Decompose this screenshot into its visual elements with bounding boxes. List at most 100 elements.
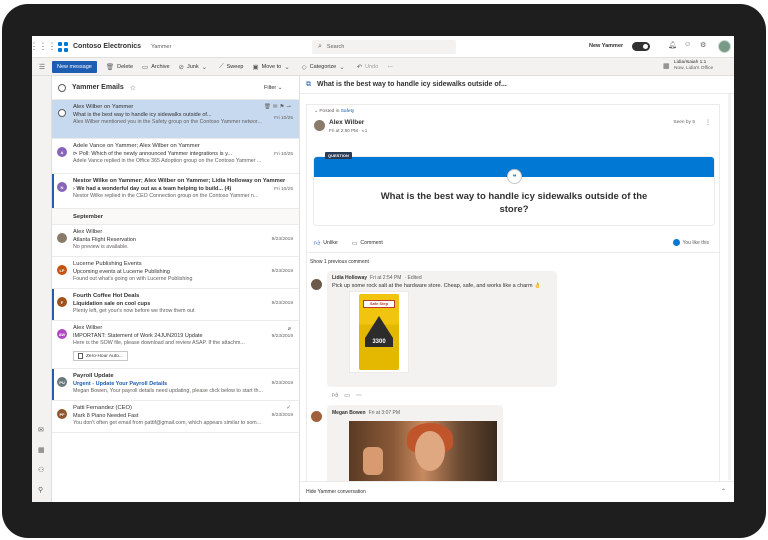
author-name[interactable]: Alex Wilber bbox=[329, 119, 364, 126]
comment-icon: ▭ bbox=[351, 240, 358, 247]
preview: Here is the SOW file, please download an… bbox=[73, 340, 245, 346]
mail-icon[interactable]: ✉ bbox=[38, 426, 44, 434]
subject: ⊳ Poll: Which of the newly announced Yam… bbox=[73, 151, 253, 157]
categorize-button[interactable]: ◇ Categorize ⌄ bbox=[302, 63, 348, 71]
preview: No preview is available. bbox=[73, 244, 129, 250]
date: 9/23/2019 bbox=[271, 237, 293, 242]
post-meta: Fri at 2:50 PM · ◐1 bbox=[329, 128, 368, 133]
filter-button[interactable]: Filter ⌄ bbox=[264, 85, 282, 91]
more-icon[interactable]: ⋯ bbox=[356, 393, 368, 399]
attachment-chip[interactable]: Zero-Hour Auto... bbox=[73, 351, 128, 361]
scrollbar[interactable] bbox=[728, 94, 731, 480]
search-box[interactable]: ⌕ Search bbox=[312, 40, 456, 54]
bell-icon[interactable]: 🔔︎ bbox=[668, 41, 677, 49]
post-actions: 👍︎ Unlike ▭ Comment bbox=[314, 239, 397, 247]
yammer-icon: ⧉ bbox=[306, 80, 311, 88]
select-all-checkbox[interactable] bbox=[58, 83, 66, 92]
list-item[interactable]: Alex Wilber Atlanta Flight Reservation N… bbox=[52, 225, 299, 257]
paperclip-icon: ⌀ bbox=[287, 326, 293, 332]
tag-icon: ◇ bbox=[301, 63, 307, 71]
select-radio[interactable] bbox=[58, 109, 66, 117]
list-item[interactable]: N Nestor Wilke on Yammer; Alex Wilber on… bbox=[52, 174, 299, 209]
junk-button[interactable]: ⊘ Junk ⌄ bbox=[179, 63, 211, 71]
list-item[interactable]: PF Patti Fernandez (CEO) Mark 8 Piano Ne… bbox=[52, 401, 299, 433]
list-item[interactable]: Alex Wilber on Yammer What is the best w… bbox=[52, 100, 299, 139]
outlook-window: ⋮⋮⋮ Contoso Electronics Yammer ⌕ Search … bbox=[32, 36, 734, 502]
attachment-name: Zero-Hour Auto... bbox=[86, 353, 123, 359]
delete-button[interactable]: 🗑︎ Delete bbox=[106, 63, 133, 71]
calendar-peek[interactable]: Lidia/Isaiah 1:1 Now, Lidia's Office bbox=[674, 60, 713, 71]
delete-label: Delete bbox=[117, 63, 134, 70]
top-bar: ⋮⋮⋮ Contoso Electronics Yammer ⌕ Search … bbox=[32, 36, 734, 58]
undo-icon: ↶ bbox=[356, 63, 363, 71]
thumbs-up-icon: 👍︎ bbox=[314, 241, 321, 247]
question-text: What is the best way to handle icy sidew… bbox=[380, 191, 648, 215]
calendar-icon[interactable]: ▦ bbox=[38, 446, 45, 454]
subject-text: What is the best way to handle icy sidew… bbox=[317, 81, 507, 88]
move-to-button[interactable]: ▣ Move to ⌄ bbox=[252, 63, 292, 71]
like-badge-icon bbox=[672, 239, 680, 246]
show-previous-comments[interactable]: Show 1 previous comment bbox=[310, 259, 369, 265]
junk-label: Junk bbox=[186, 63, 199, 70]
more-actions-button[interactable]: ··· bbox=[387, 64, 393, 70]
trash-icon[interactable]: 🗑︎ bbox=[264, 104, 273, 110]
app-name[interactable]: Yammer bbox=[151, 44, 171, 50]
pin-icon[interactable]: ⊸ bbox=[286, 104, 293, 110]
emoji-icon[interactable]: ☺ bbox=[684, 41, 691, 48]
reply-icon[interactable]: ▭ bbox=[344, 393, 356, 399]
star-icon[interactable]: ☆ bbox=[130, 84, 136, 92]
product-graphic bbox=[365, 316, 393, 338]
calendar-peek-subtitle: Now, Lidia's Office bbox=[674, 65, 714, 71]
sender: Alex Wilber bbox=[73, 229, 103, 235]
sweep-button[interactable]: ⟋ Sweep bbox=[219, 63, 243, 71]
folder-header: Yammer Emails ☆ Filter ⌄ bbox=[52, 76, 299, 100]
date: Fri 10/25 bbox=[274, 152, 293, 157]
message-subject: ⧉ What is the best way to handle icy sid… bbox=[300, 76, 734, 94]
people-icon[interactable]: ⚇ bbox=[38, 466, 44, 474]
list-item[interactable]: LP Lucerne Publishing Events Upcoming ev… bbox=[52, 257, 299, 289]
search-placeholder: Search bbox=[326, 44, 345, 50]
list-item[interactable]: A Adele Vance on Yammer; Alex Wilber on … bbox=[52, 139, 299, 174]
gear-icon[interactable]: ⚙ bbox=[700, 41, 706, 49]
group-link[interactable]: Safety bbox=[341, 109, 355, 114]
commenter-avatar bbox=[311, 411, 322, 422]
undo-button[interactable]: ↶ Undo bbox=[357, 63, 379, 71]
commenter-name[interactable]: Lidia Holloway bbox=[332, 275, 367, 281]
unlike-button[interactable]: 👍︎ Unlike bbox=[314, 239, 338, 247]
gif-face bbox=[415, 431, 445, 471]
list-item[interactable]: F Fourth Coffee Hot Deals Liquidation sa… bbox=[52, 289, 299, 321]
subject: Liquidation sale on cool cups bbox=[73, 300, 151, 307]
avatar: LP bbox=[57, 265, 67, 275]
subject: Upcoming events at Lucerne Publishing bbox=[73, 268, 170, 275]
new-message-button[interactable]: New message bbox=[52, 60, 97, 73]
subject: Atlanta Flight Reservation bbox=[73, 236, 136, 243]
new-yammer-toggle[interactable] bbox=[632, 42, 650, 51]
comment-button[interactable]: ▭ Comment bbox=[352, 240, 383, 247]
sender: Alex Wilber on Yammer bbox=[73, 104, 134, 110]
sender: Fourth Coffee Hot Deals bbox=[73, 293, 140, 299]
comment-text: Pick up some rock salt at the hardware s… bbox=[332, 283, 541, 289]
user-avatar[interactable] bbox=[718, 40, 731, 53]
subject: Mark 8 Piano Needed Fast bbox=[73, 412, 139, 419]
hamburger-icon[interactable]: ☰ bbox=[32, 63, 52, 71]
sender: Payroll Update bbox=[73, 373, 114, 379]
like-icon[interactable]: 👍︎ bbox=[332, 393, 344, 399]
list-item[interactable]: AW Alex Wilber IMPORTANT: Statement of W… bbox=[52, 321, 299, 369]
likes-summary[interactable]: You like this bbox=[672, 239, 709, 246]
more-options-icon[interactable]: ⋮ bbox=[705, 119, 711, 126]
contoso-logo bbox=[58, 41, 68, 52]
block-icon: ⊘ bbox=[178, 63, 184, 71]
app-launcher-icon[interactable]: ⋮⋮⋮ bbox=[32, 36, 57, 58]
commenter-avatar bbox=[311, 279, 322, 290]
attach-icon[interactable]: ⚲ bbox=[38, 486, 43, 494]
commenter-name[interactable]: Megan Bowen bbox=[332, 410, 366, 416]
preview: Megan Bowen, Your payroll details need u… bbox=[73, 388, 263, 394]
list-item[interactable]: PU Payroll Update Urgent - Update Your P… bbox=[52, 369, 299, 401]
rock-salt-image[interactable]: Safe Step 3300 bbox=[349, 291, 409, 373]
avatar: N bbox=[57, 182, 67, 192]
seen-by[interactable]: Seen by 5 bbox=[673, 120, 695, 125]
hide-conversation-bar[interactable]: Hide Yammer conversation ⌃ bbox=[300, 481, 734, 502]
archive-button[interactable]: ▭ Archive bbox=[142, 63, 170, 71]
gif-thumb bbox=[363, 447, 383, 475]
divider bbox=[307, 252, 719, 253]
